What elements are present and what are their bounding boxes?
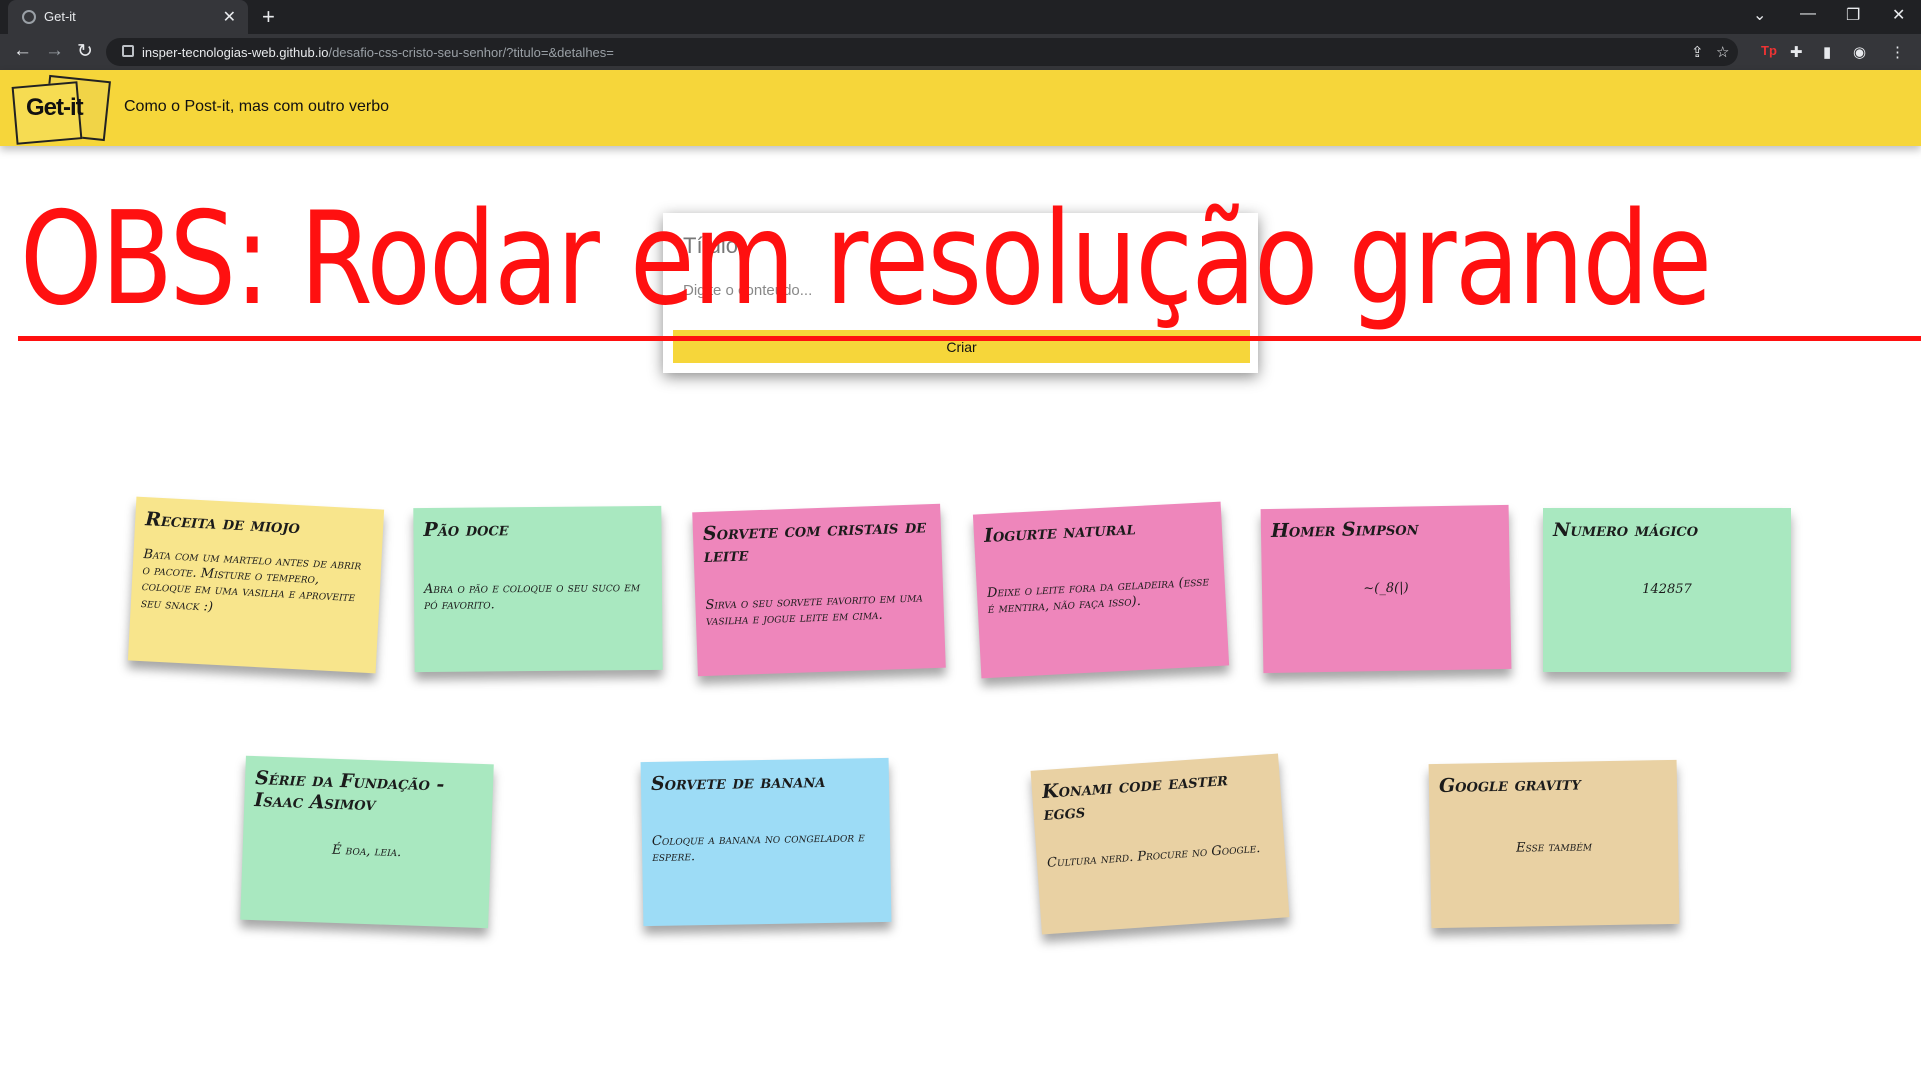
page-header: Get-it Como o Post-it, mas com outro ver…	[0, 70, 1921, 146]
share-icon[interactable]: ⇪	[1691, 43, 1704, 61]
note-title: Google gravity	[1438, 772, 1581, 797]
note-card[interactable]: Google gravity Esse também	[1428, 759, 1680, 929]
note-title: Iogurte natural	[983, 517, 1137, 548]
browser-tab[interactable]: Get-it ✕	[8, 0, 248, 34]
bookmark-star-icon[interactable]: ☆	[1716, 43, 1729, 61]
note-body: Cultura nerd. Procure no Google.	[1046, 840, 1261, 871]
address-bar[interactable]: insper-tecnologias-web.github.io/desafio…	[106, 38, 1738, 66]
note-card[interactable]: Numero mágico 142857	[1543, 508, 1791, 672]
note-card[interactable]: Série da Fundação - Isaac Asimov É boa, …	[240, 755, 494, 929]
tab-title: Get-it	[44, 9, 76, 24]
logo-text: Get-it	[26, 94, 84, 121]
tagline: Como o Post-it, mas com outro verbo	[124, 98, 389, 115]
note-body: ~(_8(|)	[1363, 580, 1409, 597]
note-title: Numero mágico	[1553, 519, 1699, 541]
profile-avatar-icon[interactable]: ◉	[1853, 43, 1866, 61]
extension-tp-icon[interactable]: Tp	[1761, 43, 1777, 58]
note-body: Coloque a banana no congelador e espere.	[651, 830, 865, 866]
minimize-button[interactable]: —	[1800, 5, 1816, 23]
browser-toolbar: ← → ↻ insper-tecnologias-web.github.io/d…	[0, 34, 1921, 70]
extensions-puzzle-icon[interactable]: ✚	[1790, 43, 1803, 61]
note-card[interactable]: Pão doce Abra o pão e coloque o seu suco…	[413, 505, 663, 673]
browser-tabstrip: Get-it ✕ + ⌄ — ❐ ✕	[0, 0, 1921, 34]
side-panel-icon[interactable]: ▮	[1823, 43, 1831, 61]
lock-icon	[122, 45, 134, 57]
note-title: Pão doce	[423, 518, 509, 541]
globe-icon	[22, 10, 36, 24]
note-title: Série da Fundação - Isaac Asimov	[254, 767, 445, 816]
note-card[interactable]: Homer Simpson ~(_8(|)	[1260, 504, 1512, 674]
note-body: Deixe o leite fora da geladeira (esse é …	[986, 574, 1210, 618]
reload-button[interactable]: ↻	[77, 40, 93, 63]
forward-button[interactable]: →	[45, 40, 64, 62]
note-card[interactable]: Receita de miojo Bata com um martelo ant…	[127, 496, 385, 674]
note-body: Esse também	[1515, 839, 1593, 856]
note-body: 142857	[1642, 581, 1692, 597]
note-body: Abra o pão e coloque o seu suco em pó fa…	[423, 579, 641, 614]
note-body: Bata com um martelo antes de abrir o pac…	[140, 546, 362, 615]
note-title: Sorvete de banana	[650, 769, 826, 795]
note-title: Homer Simpson	[1270, 517, 1419, 542]
note-body: Sirva o seu sorvete favorito em uma vasi…	[705, 590, 924, 629]
note-card[interactable]: Sorvete de banana Coloque a banana no co…	[640, 757, 892, 927]
menu-kebab-icon[interactable]: ⋮	[1890, 43, 1905, 61]
note-title: Receita de miojo	[144, 508, 301, 539]
note-body: É boa, leia.	[331, 842, 402, 860]
annotation-underline	[18, 336, 1921, 341]
tab-search-icon[interactable]: ⌄	[1753, 5, 1766, 25]
note-card[interactable]: Konami code easter eggs Cultura nerd. Pr…	[1030, 753, 1290, 935]
get-it-logo: Get-it	[11, 74, 111, 145]
close-window-button[interactable]: ✕	[1892, 5, 1905, 25]
new-tab-button[interactable]: +	[262, 4, 275, 30]
restore-button[interactable]: ❐	[1846, 5, 1860, 25]
annotation-text: OBS: Rodar em resolução grande	[20, 185, 1712, 334]
note-card[interactable]: Iogurte natural Deixe o leite fora da ge…	[972, 501, 1230, 679]
back-button[interactable]: ←	[13, 40, 32, 62]
url-text: insper-tecnologias-web.github.io/desafio…	[142, 45, 614, 60]
note-title: Sorvete com cristais de leite	[702, 515, 927, 567]
note-card[interactable]: Sorvete com cristais de leite Sirva o se…	[692, 503, 946, 677]
create-button[interactable]: Criar	[673, 330, 1250, 363]
note-title: Konami code easter eggs	[1041, 768, 1229, 825]
close-tab-icon[interactable]: ✕	[223, 7, 236, 27]
